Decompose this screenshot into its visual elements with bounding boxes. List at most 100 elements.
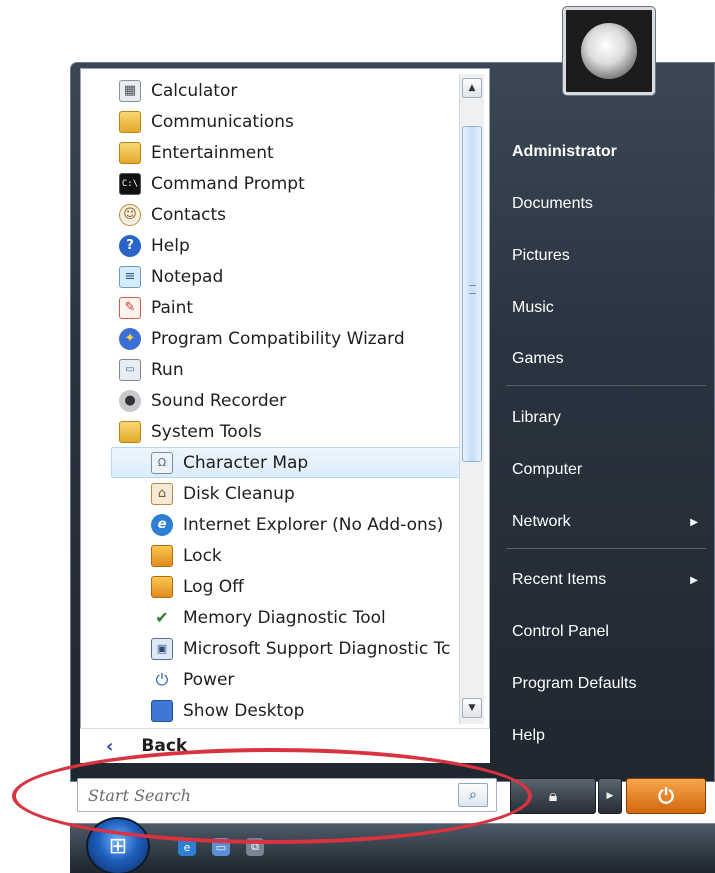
link-computer[interactable]: Computer (512, 450, 712, 490)
calculator-icon: ▦ (119, 79, 141, 102)
program-item-log-off[interactable]: Log Off (81, 571, 461, 602)
link-help[interactable]: Help (512, 716, 712, 756)
link-label: Recent Items (512, 571, 607, 588)
program-item-support-diagnostic[interactable]: ▣ Microsoft Support Diagnostic Tc (81, 633, 461, 664)
back-label: Back (141, 736, 188, 756)
character-map-icon: Ω (151, 451, 173, 474)
program-item-label: Contacts (151, 204, 226, 225)
program-item-paint[interactable]: ✎ Paint (81, 292, 461, 323)
program-item-compatibility-wizard[interactable]: ✦ Program Compatibility Wizard (81, 323, 461, 354)
program-item-label: Lock (183, 545, 222, 566)
show-desktop-icon[interactable]: ▭ (212, 838, 230, 856)
program-item-run[interactable]: ▭ Run (81, 354, 461, 385)
flower-icon (581, 23, 637, 79)
folder-icon (119, 110, 141, 133)
link-administrator[interactable]: Administrator (512, 132, 712, 172)
link-documents[interactable]: Documents (512, 184, 712, 224)
folder-icon (119, 420, 141, 443)
taskbar (70, 823, 715, 873)
scroll-thumb[interactable] (462, 126, 482, 462)
program-item-label: Microsoft Support Diagnostic Tc (183, 638, 451, 659)
user-name-label: Administrator (512, 143, 617, 160)
program-item-disk-cleanup[interactable]: ⌂ Disk Cleanup (81, 478, 461, 509)
link-network[interactable]: Network ▶ (512, 502, 712, 542)
help-icon: ? (119, 234, 141, 257)
notepad-icon: ≡ (119, 265, 141, 288)
program-item-sound-recorder[interactable]: ● Sound Recorder (81, 385, 461, 416)
separator (506, 385, 706, 386)
link-label: Control Panel (512, 623, 609, 640)
link-label: Library (512, 409, 561, 426)
program-item-contacts[interactable]: ☺ Contacts (81, 199, 461, 230)
command-prompt-icon: C:\ (119, 172, 141, 195)
switch-windows-icon[interactable]: ⧉ (246, 838, 264, 856)
link-label: Documents (512, 195, 593, 212)
search-button[interactable]: ⌕ (458, 783, 488, 807)
link-pictures[interactable]: Pictures (512, 236, 712, 276)
scroll-down-button[interactable]: ▼ (462, 698, 482, 718)
chevron-right-icon: ▶ (690, 516, 698, 528)
program-item-command-prompt[interactable]: C:\ Command Prompt (81, 168, 461, 199)
microphone-icon: ● (119, 389, 141, 412)
shutdown-options-button[interactable]: ▶ (598, 778, 622, 814)
program-list-scrollbar[interactable]: ▲ ▼ (459, 74, 484, 724)
link-label: Computer (512, 461, 583, 478)
program-item-communications[interactable]: Communications (81, 106, 461, 137)
program-item-label: Run (151, 359, 184, 380)
link-control-panel[interactable]: Control Panel (512, 612, 712, 652)
lock-icon (151, 544, 173, 567)
program-item-label: Log Off (183, 576, 244, 597)
program-item-label: Sound Recorder (151, 390, 287, 411)
paint-icon: ✎ (119, 296, 141, 319)
program-item-notepad[interactable]: ≡ Notepad (81, 261, 461, 292)
program-item-label: System Tools (151, 421, 262, 442)
program-item-memory-diagnostic[interactable]: ✔ Memory Diagnostic Tool (81, 602, 461, 633)
start-search-input[interactable] (78, 780, 448, 810)
chevron-right-icon: ▶ (690, 574, 698, 586)
lock-button[interactable]: 🔒︎ (510, 778, 596, 814)
user-account-picture[interactable] (563, 7, 655, 95)
program-item-power[interactable]: ⏻ Power (81, 664, 461, 695)
program-item-label: Communications (151, 111, 294, 132)
contacts-icon: ☺ (119, 203, 141, 226)
program-item-calculator[interactable]: ▦ Calculator (81, 75, 461, 106)
back-button[interactable]: ‹ Back (80, 728, 490, 763)
link-games[interactable]: Games (512, 339, 712, 379)
program-item-label: Entertainment (151, 142, 274, 163)
separator (506, 548, 706, 549)
program-item-help[interactable]: ? Help (81, 230, 461, 261)
program-item-label: Notepad (151, 266, 224, 287)
right-links-pane: Administrator Documents Pictures Music G… (490, 110, 715, 770)
program-item-label: Calculator (151, 80, 238, 101)
program-item-entertainment[interactable]: Entertainment (81, 137, 461, 168)
link-label: Program Defaults (512, 675, 637, 692)
link-music[interactable]: Music (512, 288, 712, 328)
power-button[interactable]: ⏻ (626, 778, 706, 814)
chevron-down-icon: ▼ (468, 703, 476, 713)
program-item-label: Disk Cleanup (183, 483, 295, 504)
padlock-icon: 🔒︎ (548, 786, 558, 805)
link-label: Music (512, 299, 554, 316)
scroll-up-button[interactable]: ▲ (462, 78, 482, 98)
program-item-label: Memory Diagnostic Tool (183, 607, 386, 628)
windows-logo-icon: ⊞ (108, 833, 128, 859)
link-library[interactable]: Library (512, 398, 712, 438)
show-desktop-icon (151, 699, 173, 722)
link-label: Help (512, 727, 545, 744)
back-arrow-icon: ‹ (106, 735, 114, 757)
chevron-up-icon: ▲ (468, 83, 476, 93)
program-item-lock[interactable]: Lock (81, 540, 461, 571)
start-button[interactable]: ⊞ (86, 817, 150, 873)
link-label: Games (512, 350, 564, 367)
program-item-show-desktop[interactable]: Show Desktop (81, 695, 461, 726)
internet-explorer-icon[interactable]: e (178, 838, 196, 856)
link-recent-items[interactable]: Recent Items ▶ (512, 560, 712, 600)
program-item-character-map[interactable]: Ω Character Map (111, 447, 461, 478)
link-program-defaults[interactable]: Program Defaults (512, 664, 712, 704)
program-item-label: Internet Explorer (No Add-ons) (183, 514, 444, 535)
program-item-label: Character Map (183, 452, 309, 473)
program-item-internet-explorer[interactable]: e Internet Explorer (No Add-ons) (81, 509, 461, 540)
link-label: Network (512, 513, 571, 530)
grip-icon (469, 285, 476, 294)
program-item-system-tools[interactable]: System Tools (81, 416, 461, 447)
